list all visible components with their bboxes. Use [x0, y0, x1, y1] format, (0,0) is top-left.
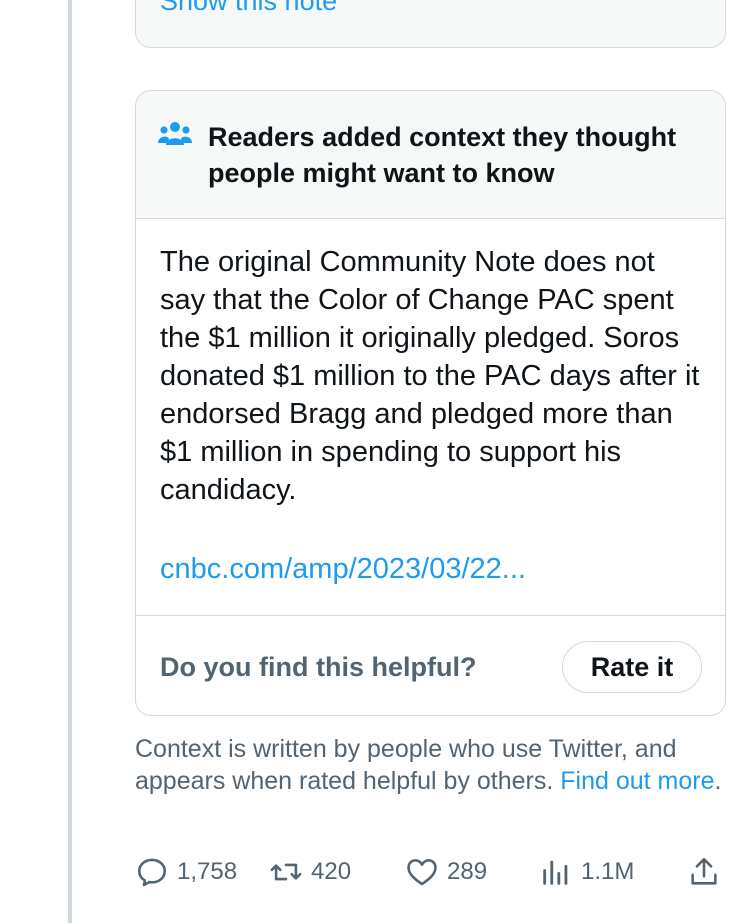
tweet-actions-bar: 1,758 420 289 1.1M: [135, 852, 725, 892]
context-disclaimer: Context is written by people who use Twi…: [135, 733, 735, 797]
find-out-more-link[interactable]: Find out more: [560, 767, 714, 795]
community-note-card: Readers added context they thought peopl…: [135, 90, 726, 716]
note-header: Readers added context they thought peopl…: [136, 91, 725, 219]
like-count: 289: [447, 858, 488, 885]
reply-icon: [137, 858, 167, 887]
like-button[interactable]: 289: [405, 852, 487, 892]
views-button[interactable]: 1.1M: [539, 852, 634, 892]
reply-button[interactable]: 1,758: [135, 852, 237, 892]
previous-note-card: Show this note: [135, 0, 726, 48]
retweet-button[interactable]: 420: [269, 852, 351, 892]
thread-line: [68, 0, 72, 923]
retweet-count: 420: [311, 858, 352, 885]
reply-count: 1,758: [177, 858, 238, 885]
context-period: .: [714, 767, 722, 795]
source-link[interactable]: cnbc.com/amp/2023/03/22...: [160, 550, 526, 588]
note-footer: Do you find this helpful? Rate it: [136, 615, 725, 715]
note-body-text: The original Community Note does not say…: [160, 246, 700, 506]
heart-icon: [407, 859, 437, 886]
people-icon: [158, 122, 192, 145]
rate-it-button[interactable]: Rate it: [562, 641, 702, 693]
share-icon: [691, 857, 717, 885]
views-chart-icon: [543, 860, 568, 885]
show-note-link[interactable]: Show this note: [160, 0, 337, 17]
retweet-icon: [270, 863, 302, 881]
views-count: 1.1M: [581, 858, 635, 885]
share-button[interactable]: [687, 852, 721, 892]
helpful-question: Do you find this helpful?: [160, 652, 477, 682]
note-header-title: Readers added context they thought peopl…: [208, 122, 677, 188]
